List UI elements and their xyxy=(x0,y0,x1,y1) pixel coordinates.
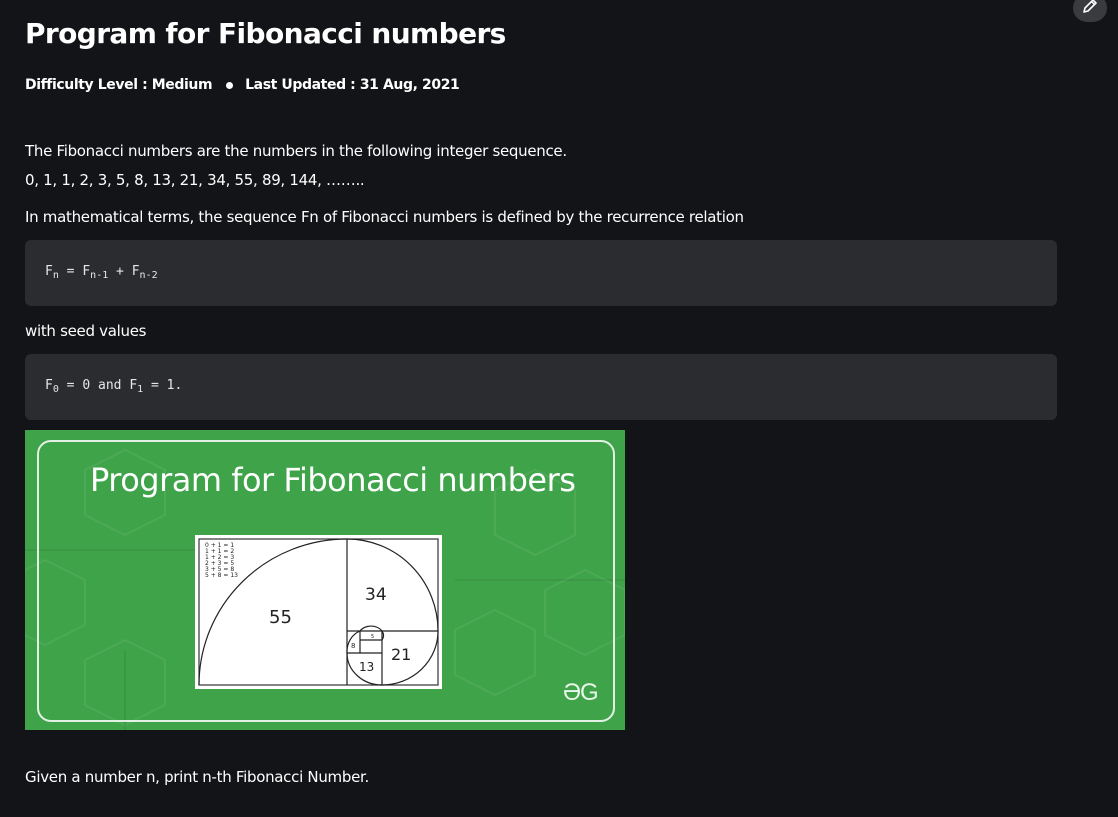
difficulty-level: Difficulty Level : Medium xyxy=(25,77,213,93)
spiral-label: 13 xyxy=(359,660,374,674)
seed-label: with seed values xyxy=(25,322,147,340)
seed-code: F0 = 0 and F1 = 1. xyxy=(45,378,183,395)
task-text: Given a number n, print n-th Fibonacci N… xyxy=(25,768,369,786)
fibonacci-spiral-illustration: 0 + 1 = 1 1 + 1 = 2 1 + 2 = 3 2 + 3 = 5 … xyxy=(195,535,442,689)
sum-line: 5 + 8 = 13 xyxy=(205,572,238,579)
page-title: Program for Fibonacci numbers xyxy=(25,17,506,50)
intro-text: The Fibonacci numbers are the numbers in… xyxy=(25,142,567,160)
spiral-label: 5 xyxy=(371,634,374,640)
spiral-label: 21 xyxy=(391,645,411,664)
code-block-recurrence[interactable]: Fn = Fn-1 + Fn-2 xyxy=(25,240,1057,306)
spiral-label: 8 xyxy=(351,642,355,650)
edit-button[interactable] xyxy=(1073,0,1107,22)
last-updated: Last Updated : 31 Aug, 2021 xyxy=(245,77,460,93)
separator-dot xyxy=(226,81,234,89)
spiral-label: 34 xyxy=(365,585,387,605)
recurrence-code: Fn = Fn-1 + Fn-2 xyxy=(45,264,158,281)
gfg-logo: ƏG xyxy=(563,679,599,706)
banner-title: Program for Fibonacci numbers xyxy=(90,461,576,499)
pencil-icon xyxy=(1081,0,1099,19)
definition-text: In mathematical terms, the sequence Fn o… xyxy=(25,208,744,226)
sequence-text: 0, 1, 1, 2, 3, 5, 8, 13, 21, 34, 55, 89,… xyxy=(25,171,365,189)
article-meta: Difficulty Level : Medium Last Updated :… xyxy=(25,77,460,93)
article-banner-image: Program for Fibonacci numbers 0 + 1 = 1 xyxy=(25,430,625,730)
code-block-seed[interactable]: F0 = 0 and F1 = 1. xyxy=(25,354,1057,420)
spiral-label: 55 xyxy=(269,607,292,628)
